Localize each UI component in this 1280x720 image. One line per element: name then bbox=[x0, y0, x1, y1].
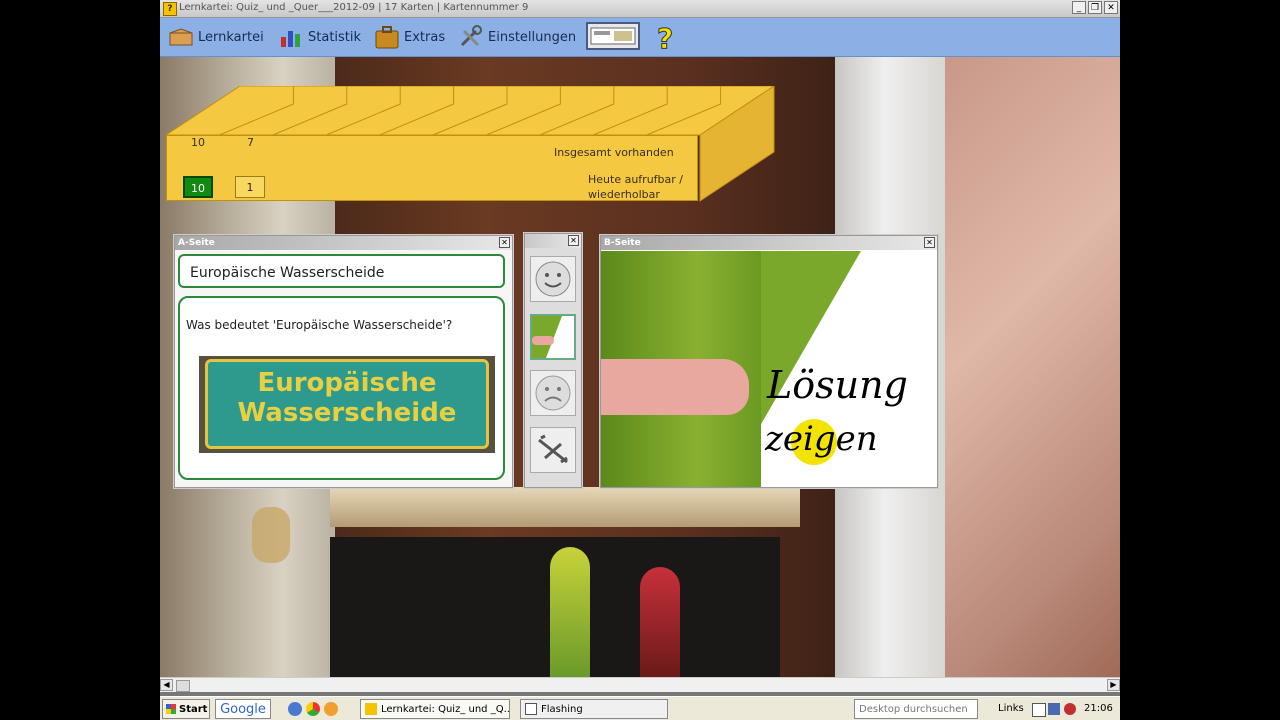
smiley-happy-button[interactable] bbox=[530, 256, 576, 302]
tools-icon bbox=[460, 25, 482, 47]
compartment-1-total: 10 bbox=[191, 136, 205, 149]
system-tray: 21:06 bbox=[1028, 699, 1118, 719]
chart-icon bbox=[281, 31, 300, 47]
suitcase-icon bbox=[375, 26, 399, 49]
a-side-close-button[interactable]: ✕ bbox=[499, 237, 510, 248]
scroll-right-arrow[interactable]: ▶ bbox=[1107, 679, 1120, 691]
lernkartei-button[interactable]: Lernkartei bbox=[168, 24, 264, 50]
clock: 21:06 bbox=[1084, 703, 1113, 714]
compartment-2-total: 7 bbox=[247, 136, 254, 149]
help-icon[interactable]: ? bbox=[654, 22, 678, 52]
close-button[interactable]: ✕ bbox=[1104, 1, 1118, 14]
scroll-left-arrow[interactable]: ◀ bbox=[160, 679, 173, 691]
card-box: 10 7 Insgesamt vorhanden Heute aufrufbar… bbox=[166, 86, 776, 204]
sign-image: Europäische Wasserscheide bbox=[199, 356, 495, 453]
due-label-2: wiederholbar bbox=[588, 188, 660, 201]
airplane-button[interactable] bbox=[530, 427, 576, 473]
a-side-header: A-Seite ✕ bbox=[175, 236, 512, 250]
sign-line-1: Europäische bbox=[257, 368, 437, 398]
toolbar: Lernkartei Statistik Extras Einstellunge… bbox=[160, 18, 1120, 57]
links-toolbar[interactable]: Links bbox=[998, 699, 1026, 719]
a-side-title: A-Seite bbox=[178, 238, 215, 248]
maximize-button[interactable]: ❐ bbox=[1088, 1, 1102, 14]
b-side-header: B-Seite ✕ bbox=[601, 236, 937, 250]
compartment-2-due[interactable]: 1 bbox=[235, 176, 265, 198]
curtain-thumbnail-icon bbox=[532, 316, 574, 358]
horizontal-scrollbar[interactable]: ◀ ▶ bbox=[160, 677, 1120, 692]
taskbar-app-lernkartei[interactable]: Lernkartei: Quiz_ und _Q... bbox=[360, 699, 510, 719]
screen: ? Lernkartei: Quiz_ und _Quer___2012-09 … bbox=[160, 0, 1120, 720]
tray-window-icon[interactable] bbox=[1032, 703, 1046, 717]
einstellungen-label: Einstellungen bbox=[488, 29, 577, 45]
tray-security-icon[interactable] bbox=[1064, 703, 1076, 715]
a-side-term: Europäische Wasserscheide bbox=[178, 254, 505, 288]
a-side-question-box: Was bedeutet 'Europäische Wasserscheide'… bbox=[178, 296, 505, 480]
scroll-thumb[interactable] bbox=[176, 680, 190, 692]
b-side-panel: B-Seite ✕ Lösung zeigen bbox=[600, 235, 938, 488]
a-side-question: Was bedeutet 'Europäische Wasserscheide'… bbox=[186, 318, 453, 332]
card-icon bbox=[590, 27, 636, 45]
ie-icon[interactable] bbox=[288, 702, 302, 716]
card-view-button[interactable] bbox=[586, 22, 640, 50]
statistik-button[interactable]: Statistik bbox=[278, 24, 361, 50]
b-side-close-button[interactable]: ✕ bbox=[924, 237, 935, 248]
due-label-1: Heute aufrufbar / bbox=[588, 173, 683, 186]
taskbar-app-flashing[interactable]: Flashing bbox=[520, 699, 668, 719]
minimize-button[interactable]: _ bbox=[1072, 1, 1086, 14]
rating-close-button[interactable]: ✕ bbox=[568, 235, 579, 246]
extras-label: Extras bbox=[404, 29, 446, 45]
desktop-search-input[interactable]: Desktop durchsuchen bbox=[854, 699, 978, 719]
box-icon bbox=[169, 28, 193, 46]
smiley-sad-button[interactable] bbox=[530, 370, 576, 416]
sad-face-icon bbox=[535, 375, 571, 411]
svg-text:?: ? bbox=[657, 22, 673, 52]
sign-line-2: Wasserscheide bbox=[237, 398, 457, 428]
quick-launch bbox=[286, 699, 346, 719]
rating-header: ✕ bbox=[525, 234, 581, 248]
show-answer-button[interactable] bbox=[530, 314, 576, 360]
chrome-icon[interactable] bbox=[306, 702, 320, 716]
solution-line-2: zeigen bbox=[765, 419, 878, 459]
window-title: Lernkartei: Quiz_ und _Quer___2012-09 | … bbox=[179, 2, 529, 13]
statistik-label: Statistik bbox=[308, 29, 362, 45]
einstellungen-button[interactable]: Einstellungen bbox=[458, 24, 576, 50]
happy-face-icon bbox=[535, 261, 571, 297]
rating-panel: ✕ bbox=[524, 233, 582, 488]
extras-button[interactable]: Extras bbox=[374, 24, 445, 50]
lernkartei-label: Lernkartei bbox=[198, 29, 264, 45]
tray-network-icon[interactable] bbox=[1048, 703, 1060, 715]
sign-text: Europäische Wasserscheide bbox=[205, 359, 489, 449]
show-solution-image[interactable]: Lösung zeigen bbox=[601, 251, 937, 487]
start-button[interactable]: Start bbox=[162, 699, 210, 719]
solution-line-1: Lösung bbox=[767, 363, 908, 407]
google-toolbar[interactable]: Google bbox=[215, 699, 271, 719]
hand-image bbox=[601, 359, 749, 415]
window-buttons: _ ❐ ✕ bbox=[1072, 1, 1118, 14]
b-side-title: B-Seite bbox=[604, 238, 641, 248]
compartment-1-due[interactable]: 10 bbox=[183, 176, 213, 198]
a-side-panel: A-Seite ✕ Europäische Wasserscheide Was … bbox=[174, 235, 513, 488]
airplane-icon bbox=[538, 434, 568, 464]
total-label: Insgesamt vorhanden bbox=[554, 146, 674, 159]
taskbar: Start Google Lernkartei: Quiz_ und _Q...… bbox=[160, 696, 1120, 720]
title-bar: ? Lernkartei: Quiz_ und _Quer___2012-09 … bbox=[160, 0, 1120, 18]
firefox-icon[interactable] bbox=[324, 702, 338, 716]
app-icon: ? bbox=[163, 2, 177, 16]
